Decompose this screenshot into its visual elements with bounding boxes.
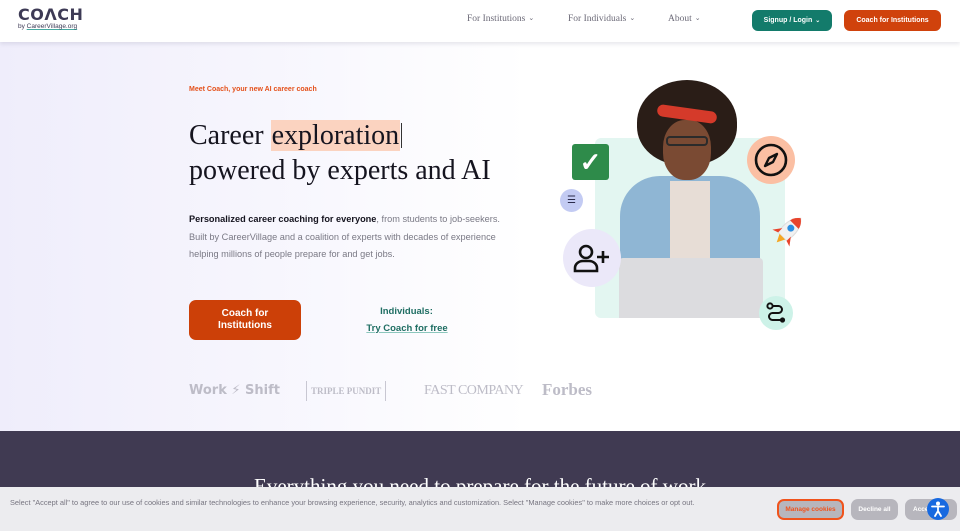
person-glasses xyxy=(666,136,708,146)
headline-line2: powered by experts and AI xyxy=(189,155,491,186)
nav-about[interactable]: About ⌄ xyxy=(668,14,701,24)
chevron-down-icon: ⌄ xyxy=(694,14,701,22)
logo-by-text: by xyxy=(18,23,27,30)
decline-all-button[interactable]: Decline all xyxy=(851,499,898,520)
logo-wordmark: COΛCH xyxy=(18,5,84,24)
nav-label: For Institutions xyxy=(467,14,526,24)
person-tee xyxy=(670,181,710,261)
individuals-label: Individuals: xyxy=(380,306,433,317)
route-icon xyxy=(759,296,793,330)
signup-label: Signup / Login xyxy=(763,17,813,24)
nav-label: About xyxy=(668,14,692,24)
hero-eyebrow: Meet Coach, your new AI career coach xyxy=(189,86,317,93)
hero-illustration: ✓ ☰ xyxy=(555,76,815,336)
hero-coach-for-institutions-button[interactable]: Coach for Institutions xyxy=(189,300,301,340)
try-coach-free-link[interactable]: Try Coach for free xyxy=(362,323,452,334)
button-label: Coach for Institutions xyxy=(218,308,272,331)
logo-org-text: CareerVillage.org xyxy=(26,23,78,30)
press-logo-triple-pundit: TRIPLE PUNDIT xyxy=(306,381,387,401)
description-bold: Personalized career coaching for everyon… xyxy=(189,214,377,224)
site-header: COΛCH by CareerVillage.org For Instituti… xyxy=(0,0,960,42)
nav-for-individuals[interactable]: For Individuals ⌄ xyxy=(568,14,635,24)
hero-description: Personalized career coaching for everyon… xyxy=(189,211,509,264)
headline-highlight: exploration xyxy=(270,120,401,151)
hero-headline: Career exploration powered by experts an… xyxy=(189,118,549,188)
rocket-icon xyxy=(768,211,808,251)
press-logo-workshift: Work ⚡ Shift xyxy=(189,383,280,398)
header-coach-for-institutions-button[interactable]: Coach for Institutions xyxy=(844,10,941,31)
chevron-down-icon: ⌄ xyxy=(815,18,821,24)
chevron-down-icon: ⌄ xyxy=(629,14,636,22)
checkmark-icon: ✓ xyxy=(572,144,609,180)
laptop xyxy=(619,258,763,318)
press-logo-fast-company: FAST COMPANY xyxy=(424,383,524,398)
person-face xyxy=(663,120,711,180)
accessibility-icon[interactable] xyxy=(927,498,949,520)
chevron-down-icon: ⌄ xyxy=(528,14,535,22)
signup-login-button[interactable]: Signup / Login ⌄ xyxy=(752,10,832,31)
add-user-icon xyxy=(563,229,621,287)
logo-byline: by CareerVillage.org xyxy=(18,23,83,31)
cookie-banner-text: Select "Accept all" to agree to our use … xyxy=(10,498,695,507)
nav-label: For Individuals xyxy=(568,14,627,24)
headline-prefix: Career xyxy=(189,120,271,151)
nav-for-institutions[interactable]: For Institutions ⌄ xyxy=(467,14,534,24)
typing-caret xyxy=(401,123,403,148)
coach-logo[interactable]: COΛCH by CareerVillage.org xyxy=(18,6,83,31)
checklist-icon: ☰ xyxy=(560,189,583,212)
compass-icon xyxy=(747,136,795,184)
press-logo-forbes: Forbes xyxy=(542,380,593,399)
manage-cookies-button[interactable]: Manage cookies xyxy=(777,499,844,520)
